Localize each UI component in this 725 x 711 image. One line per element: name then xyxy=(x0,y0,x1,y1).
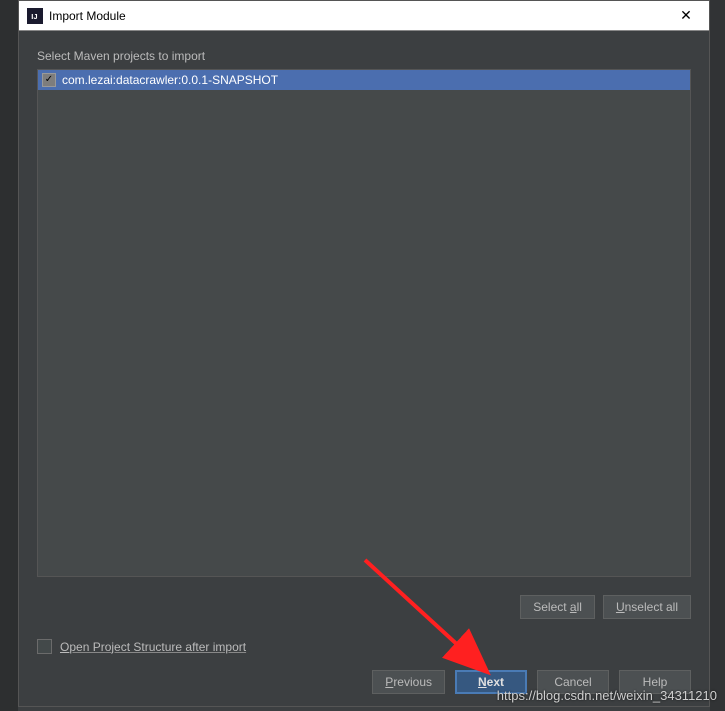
project-list-item[interactable]: ✓ com.lezai:datacrawler:0.0.1-SNAPSHOT xyxy=(38,70,690,90)
next-button[interactable]: Next xyxy=(455,670,527,694)
section-label: Select Maven projects to import xyxy=(37,49,691,63)
background-sidebar-right xyxy=(710,0,725,711)
select-all-button[interactable]: Select all xyxy=(520,595,595,619)
open-structure-checkbox[interactable] xyxy=(37,639,52,654)
project-checkbox[interactable]: ✓ xyxy=(42,73,56,87)
navigation-buttons-row: Previous Next Cancel Help xyxy=(37,670,691,694)
projects-listbox[interactable]: ✓ com.lezai:datacrawler:0.0.1-SNAPSHOT xyxy=(37,69,691,577)
help-button[interactable]: Help xyxy=(619,670,691,694)
close-button[interactable]: ✕ xyxy=(671,7,701,24)
svg-text:IJ: IJ xyxy=(31,12,37,21)
background-sidebar-left xyxy=(0,0,18,711)
cancel-button[interactable]: Cancel xyxy=(537,670,609,694)
app-icon: IJ xyxy=(27,8,43,24)
open-structure-label[interactable]: Open Project Structure after import xyxy=(60,640,246,654)
previous-button[interactable]: Previous xyxy=(372,670,445,694)
open-structure-row: Open Project Structure after import xyxy=(37,639,691,654)
selection-buttons-row: Select all Unselect all xyxy=(37,595,691,619)
project-label: com.lezai:datacrawler:0.0.1-SNAPSHOT xyxy=(62,73,278,87)
dialog-content: Select Maven projects to import ✓ com.le… xyxy=(19,31,709,706)
unselect-all-button[interactable]: Unselect all xyxy=(603,595,691,619)
titlebar: IJ Import Module ✕ xyxy=(19,1,709,31)
window-title: Import Module xyxy=(49,9,671,23)
import-module-dialog: IJ Import Module ✕ Select Maven projects… xyxy=(18,0,710,707)
